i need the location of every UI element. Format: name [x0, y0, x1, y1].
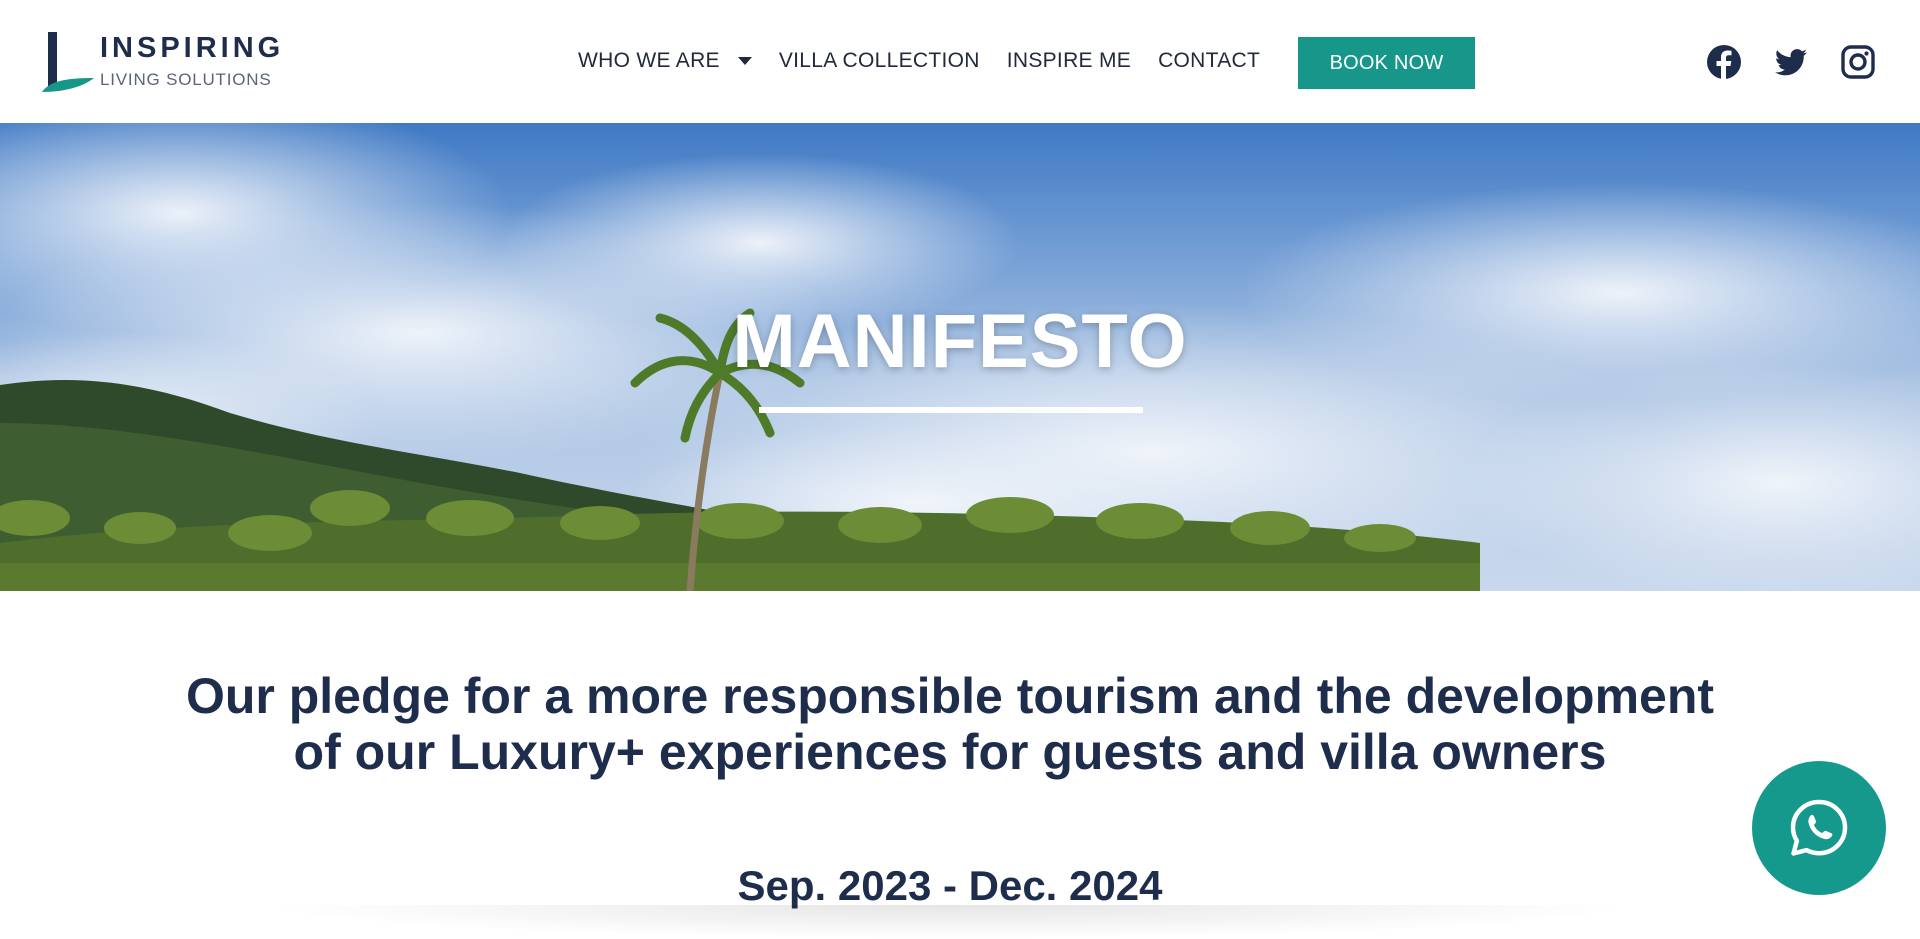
date-range: Sep. 2023 - Dec. 2024 — [737, 862, 1163, 909]
main-nav: WHO WE ARE VILLA COLLECTION INSPIRE ME C… — [578, 46, 1260, 76]
pledge-heading: Our pledge for a more responsible touris… — [185, 668, 1715, 780]
logo-mark-icon — [42, 32, 94, 92]
facebook-icon[interactable] — [1706, 44, 1742, 80]
brand-logo[interactable]: INSPIRING LIVING SOLUTIONS — [40, 28, 280, 98]
nav-label: WHO WE ARE — [578, 49, 720, 72]
title-underline — [759, 407, 1143, 413]
caret-down-icon[interactable] — [737, 56, 752, 66]
brand-name: INSPIRING — [100, 32, 285, 64]
social-links — [1706, 44, 1876, 80]
nav-item-inspire-me[interactable]: INSPIRE ME — [1007, 49, 1131, 73]
whatsapp-icon — [1790, 799, 1848, 856]
book-now-button[interactable]: BOOK NOW — [1298, 37, 1475, 89]
hero-title: MANIFESTO — [732, 299, 1188, 384]
instagram-icon[interactable] — [1840, 44, 1876, 80]
nav-item-villa-collection[interactable]: VILLA COLLECTION — [779, 49, 980, 73]
nav-item-contact[interactable]: CONTACT — [1158, 49, 1260, 73]
nav-item-who-we-are[interactable]: WHO WE ARE — [578, 49, 752, 73]
site-header: INSPIRING LIVING SOLUTIONS WHO WE ARE VI… — [0, 0, 1920, 123]
twitter-icon[interactable] — [1773, 44, 1809, 80]
brand-tagline: LIVING SOLUTIONS — [100, 70, 272, 89]
whatsapp-chat-button[interactable] — [1752, 761, 1886, 895]
hero-banner: MANIFESTO — [0, 123, 1920, 591]
content-card-shadow — [260, 905, 1640, 939]
